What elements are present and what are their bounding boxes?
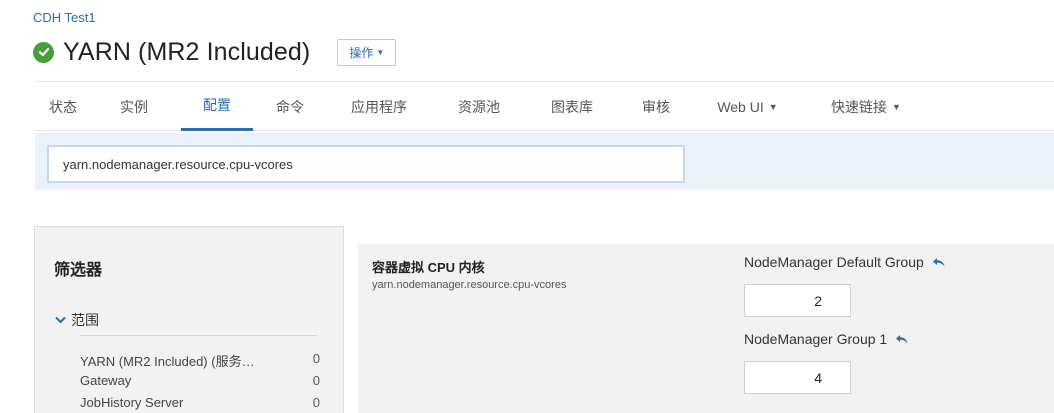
scope-item-service[interactable]: YARN (MR2 Included) (服务… 0	[80, 351, 320, 369]
service-header: YARN (MR2 Included) 操作 ▼	[33, 34, 397, 70]
caret-down-icon: ▼	[892, 101, 901, 112]
chevron-down-icon	[55, 313, 66, 327]
page-title: YARN (MR2 Included)	[63, 37, 311, 66]
tab-commands[interactable]: 命令	[269, 82, 311, 131]
group-value-input-default[interactable]	[744, 284, 851, 317]
service-tabs: 状态 实例 配置 命令 应用程序 资源池 图表库 审核 Web UI ▼ 快速链接…	[35, 81, 1054, 131]
tab-web-ui[interactable]: Web UI ▼	[710, 82, 785, 131]
scope-item-count: 0	[312, 395, 320, 410]
tab-quick-links[interactable]: 快速链接 ▼	[821, 82, 911, 131]
undo-icon[interactable]	[932, 257, 946, 268]
group-label-group1: NodeManager Group 1	[744, 331, 909, 347]
actions-label: 操作	[349, 45, 374, 60]
tab-instances[interactable]: 实例	[113, 82, 155, 131]
scope-label: 范围	[71, 312, 99, 328]
caret-down-icon: ▼	[376, 47, 385, 57]
scope-item-count: 0	[312, 351, 320, 366]
tab-status[interactable]: 状态	[42, 82, 84, 131]
config-property-row: 容器虚拟 CPU 内核 yarn.nodemanager.resource.cp…	[358, 244, 1054, 413]
tab-charts-library[interactable]: 图表库	[543, 82, 601, 131]
config-search-input[interactable]	[47, 145, 685, 183]
group-value-input-group1[interactable]	[744, 361, 851, 394]
tab-applications[interactable]: 应用程序	[343, 82, 415, 131]
actions-dropdown-button[interactable]: 操作 ▼	[337, 38, 397, 66]
scope-item-label: JobHistory Server	[80, 395, 184, 410]
filter-panel: 筛选器 范围 YARN (MR2 Included) (服务… 0 Gatewa…	[34, 226, 344, 413]
tab-resource-pools[interactable]: 资源池	[450, 82, 508, 131]
cluster-breadcrumb-link[interactable]: CDH Test1	[33, 10, 96, 25]
caret-down-icon: ▼	[768, 101, 778, 112]
tab-configuration[interactable]: 配置	[181, 82, 253, 131]
scope-item-gateway[interactable]: Gateway 0	[80, 373, 320, 391]
scope-item-count: 0	[312, 373, 320, 388]
check-circle-icon	[33, 41, 54, 63]
filter-title: 筛选器	[54, 262, 103, 279]
scope-item-jobhistory[interactable]: JobHistory Server 0	[80, 395, 320, 413]
tab-audits[interactable]: 审核	[635, 82, 677, 131]
property-display-name: 容器虚拟 CPU 内核	[372, 260, 485, 275]
undo-icon[interactable]	[895, 334, 909, 345]
search-bar-area	[35, 133, 1054, 190]
scope-item-label: YARN (MR2 Included) (服务…	[80, 354, 255, 369]
property-key: yarn.nodemanager.resource.cpu-vcores	[372, 279, 567, 291]
scope-toggle[interactable]: 范围	[55, 310, 99, 330]
scope-item-label: Gateway	[80, 373, 132, 388]
divider	[80, 335, 317, 336]
group-label-default: NodeManager Default Group	[744, 254, 946, 270]
